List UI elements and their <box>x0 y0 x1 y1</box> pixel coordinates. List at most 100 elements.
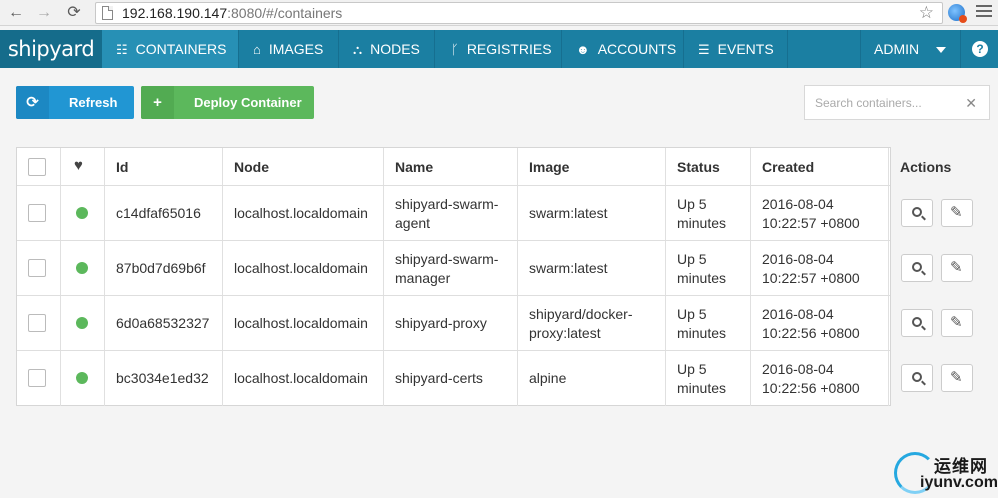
wrench-icon: ✎ <box>950 204 963 221</box>
forward-arrow-icon[interactable]: → <box>34 3 54 23</box>
header-select-cell <box>17 148 61 185</box>
container-node: localhost.localdomain <box>234 205 368 221</box>
refresh-button[interactable]: ⟳ Refresh <box>16 86 134 119</box>
container-image-cell: swarm:latest <box>518 241 666 295</box>
nav-tab-containers[interactable]: ☷ CONTAINERS <box>102 30 239 68</box>
container-node: localhost.localdomain <box>234 260 368 276</box>
container-status-cell: Up 5 minutes <box>666 186 751 240</box>
sitemap-icon: ⛬ <box>353 42 363 57</box>
wrench-icon: ✎ <box>950 314 963 331</box>
container-id-cell[interactable]: 87b0d7d69b6f <box>105 241 223 295</box>
container-image: swarm:latest <box>529 205 608 221</box>
row-checkbox[interactable] <box>28 204 46 222</box>
header-node[interactable]: Node <box>223 148 384 185</box>
settings-button[interactable]: ✎ <box>941 364 973 392</box>
header-node-label: Node <box>234 159 269 175</box>
nav-tab-label: NODES <box>370 41 420 57</box>
table-row: 6d0a68532327 localhost.localdomain shipy… <box>17 296 973 351</box>
container-id-cell[interactable]: bc3034e1ed32 <box>105 351 223 406</box>
container-image: swarm:latest <box>529 260 608 276</box>
browser-menu-icon[interactable] <box>976 5 992 19</box>
container-created-cell: 2016-08-04 10:22:57 +0800 <box>751 241 889 295</box>
search-icon <box>912 372 922 382</box>
status-line-1: Up 5 <box>677 361 707 377</box>
deploy-container-button[interactable]: + Deploy Container <box>141 86 314 119</box>
nav-tab-nodes[interactable]: ⛬ NODES <box>339 30 435 68</box>
url-path: :8080/#/containers <box>227 5 343 21</box>
bookmark-star-icon[interactable]: ☆ <box>919 3 934 23</box>
container-name: shipyard-proxy <box>395 315 487 331</box>
container-image-cell: alpine <box>518 351 666 406</box>
user-icon: ☻ <box>576 42 590 57</box>
table-header-row: ♥ Id Node Name Image Status Created Acti… <box>17 148 951 186</box>
header-name[interactable]: Name <box>384 148 518 185</box>
user-menu-label: ADMIN <box>874 41 920 57</box>
container-created: 2016-08-04 10:22:56 +0800 <box>762 360 860 398</box>
container-status: Up 5 minutes <box>677 195 726 233</box>
status-running-dot <box>76 207 88 219</box>
header-id-label: Id <box>116 159 129 175</box>
containers-table: ♥ Id Node Name Image Status Created Acti… <box>16 147 973 406</box>
url-text: 192.168.190.147:8080/#/containers <box>122 5 342 21</box>
container-actions-cell: ✎ <box>889 296 990 350</box>
header-status[interactable]: Status <box>666 148 751 185</box>
header-created[interactable]: Created <box>751 148 889 185</box>
created-date: 2016-08-04 <box>762 251 834 267</box>
container-created-cell: 2016-08-04 10:22:56 +0800 <box>751 296 889 350</box>
nav-tab-label: REGISTRIES <box>466 41 552 57</box>
container-id-cell[interactable]: c14dfaf65016 <box>105 186 223 240</box>
help-button[interactable]: ? <box>960 30 998 68</box>
question-circle-icon: ? <box>972 41 988 57</box>
extension-globe-icon[interactable] <box>948 4 967 23</box>
nav-tab-registries[interactable]: ᚴ REGISTRIES <box>435 30 562 68</box>
row-select-cell <box>17 351 61 406</box>
nav-tab-label: EVENTS <box>717 41 774 57</box>
caret-down-icon <box>936 47 946 53</box>
watermark-en-text: iyunv.com <box>920 474 998 491</box>
search-icon <box>912 317 922 327</box>
container-status-cell: Up 5 minutes <box>666 241 751 295</box>
shipyard-logo[interactable]: shipyard <box>0 30 102 68</box>
nav-tab-images[interactable]: ⌂ IMAGES <box>239 30 339 68</box>
nav-tab-events[interactable]: ☰ EVENTS <box>684 30 788 68</box>
row-checkbox[interactable] <box>28 259 46 277</box>
deploy-button-label: Deploy Container <box>194 95 302 110</box>
container-status: Up 5 minutes <box>677 250 726 288</box>
back-arrow-icon[interactable]: ← <box>6 3 26 23</box>
image-line-2: proxy:latest <box>529 325 601 341</box>
container-status-cell: Up 5 minutes <box>666 351 751 406</box>
container-image: shipyard/docker-proxy:latest <box>529 305 633 343</box>
reload-icon[interactable]: ⟳ <box>64 3 84 23</box>
row-health-cell <box>61 296 105 350</box>
row-select-cell <box>17 186 61 240</box>
table-row: bc3034e1ed32 localhost.localdomain shipy… <box>17 351 973 406</box>
clear-search-icon[interactable]: ✕ <box>965 94 977 112</box>
header-image[interactable]: Image <box>518 148 666 185</box>
header-status-label: Status <box>677 159 720 175</box>
select-all-checkbox[interactable] <box>28 158 46 176</box>
search-containers-input[interactable] <box>815 94 965 112</box>
row-checkbox[interactable] <box>28 314 46 332</box>
row-select-cell <box>17 296 61 350</box>
container-id-cell[interactable]: 6d0a68532327 <box>105 296 223 350</box>
address-bar[interactable]: 192.168.190.147:8080/#/containers ☆ <box>95 2 943 24</box>
container-status: Up 5 minutes <box>677 360 726 398</box>
container-node-cell: localhost.localdomain <box>223 241 384 295</box>
container-image-cell: swarm:latest <box>518 186 666 240</box>
header-id[interactable]: Id <box>105 148 223 185</box>
plus-icon: + <box>141 86 174 119</box>
user-menu-dropdown[interactable]: ADMIN <box>860 30 960 68</box>
container-status-cell: Up 5 minutes <box>666 296 751 350</box>
settings-button[interactable]: ✎ <box>941 309 973 337</box>
status-line-1: Up 5 <box>677 251 707 267</box>
inspect-button[interactable] <box>901 364 933 392</box>
inspect-button[interactable] <box>901 199 933 227</box>
inspect-button[interactable] <box>901 309 933 337</box>
refresh-icon: ⟳ <box>16 86 49 119</box>
settings-button[interactable]: ✎ <box>941 199 973 227</box>
inspect-button[interactable] <box>901 254 933 282</box>
nav-tab-accounts[interactable]: ☻ ACCOUNTS <box>562 30 684 68</box>
settings-button[interactable]: ✎ <box>941 254 973 282</box>
container-id: 6d0a68532327 <box>116 315 210 331</box>
row-checkbox[interactable] <box>28 369 46 387</box>
